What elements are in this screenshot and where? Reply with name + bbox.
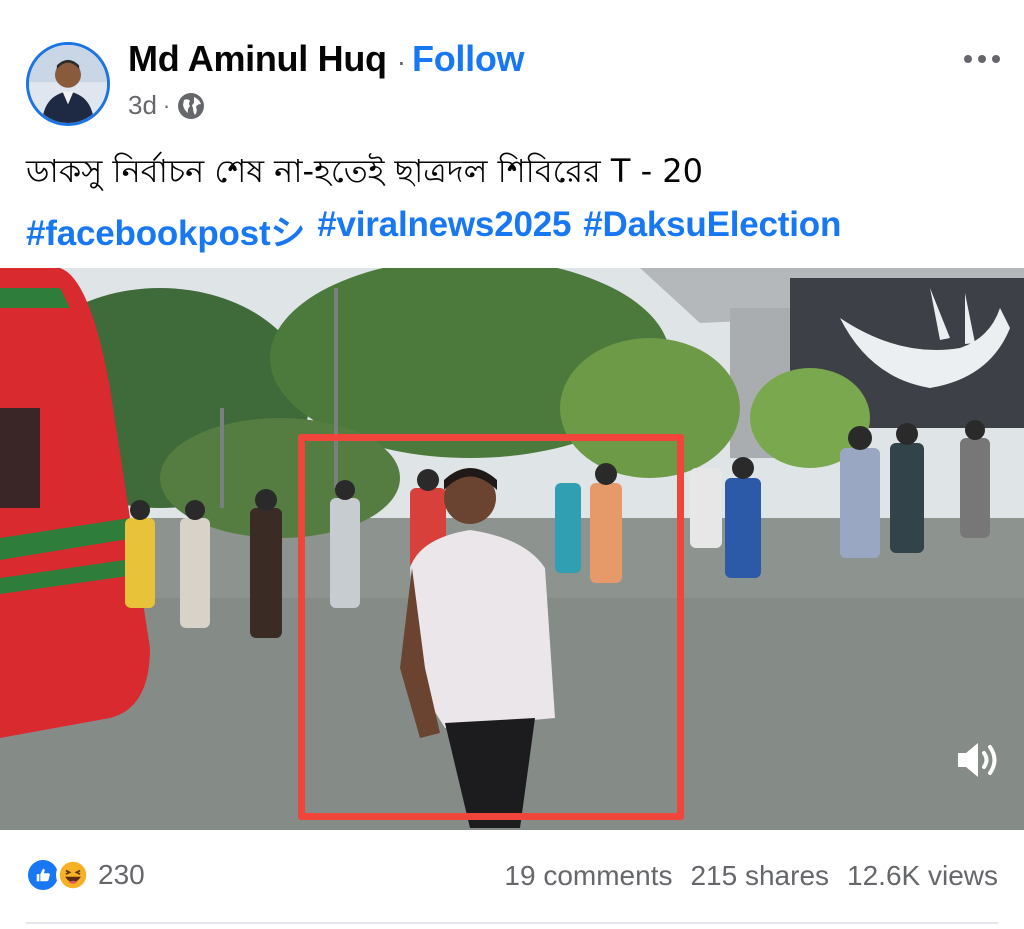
- follow-button[interactable]: Follow: [412, 38, 524, 80]
- avatar-image: [29, 45, 107, 123]
- hashtag-link[interactable]: #DaksuElection: [583, 205, 841, 256]
- globe-icon: [176, 91, 206, 121]
- post-text: ডাকসু নির্বাচন শেষ না-হতেই ছাত্রদল শিবির…: [26, 152, 704, 190]
- reactions-summary[interactable]: 230: [26, 858, 145, 892]
- time-separator: ·: [162, 92, 171, 118]
- stats-divider: [26, 922, 998, 924]
- haha-icon: [56, 858, 90, 892]
- hashtag-list: #facebookpostシ #viralnews2025 #DaksuElec…: [26, 205, 841, 256]
- post-timestamp[interactable]: 3d: [128, 90, 157, 121]
- hashtag-link[interactable]: #viralnews2025: [317, 205, 571, 256]
- volume-icon[interactable]: [952, 738, 1004, 782]
- post-video[interactable]: [0, 268, 1024, 830]
- author-avatar[interactable]: [26, 42, 110, 126]
- shares-count[interactable]: 215 shares: [690, 860, 829, 892]
- reaction-count: 230: [98, 859, 145, 890]
- hashtag-link[interactable]: #facebookpostシ: [26, 205, 305, 256]
- post-stats: 230 19 comments 215 shares 12.6K views: [0, 830, 1024, 929]
- views-count: 12.6K views: [847, 860, 998, 891]
- like-icon: [26, 858, 60, 892]
- post-header: Md Aminul Huq · Follow 3d ·: [0, 0, 1024, 140]
- name-separator: ·: [396, 46, 407, 77]
- more-options-icon[interactable]: [960, 46, 1004, 72]
- author-name[interactable]: Md Aminul Huq: [128, 38, 387, 80]
- comments-count[interactable]: 19 comments: [504, 860, 672, 892]
- highlight-box: [298, 434, 684, 820]
